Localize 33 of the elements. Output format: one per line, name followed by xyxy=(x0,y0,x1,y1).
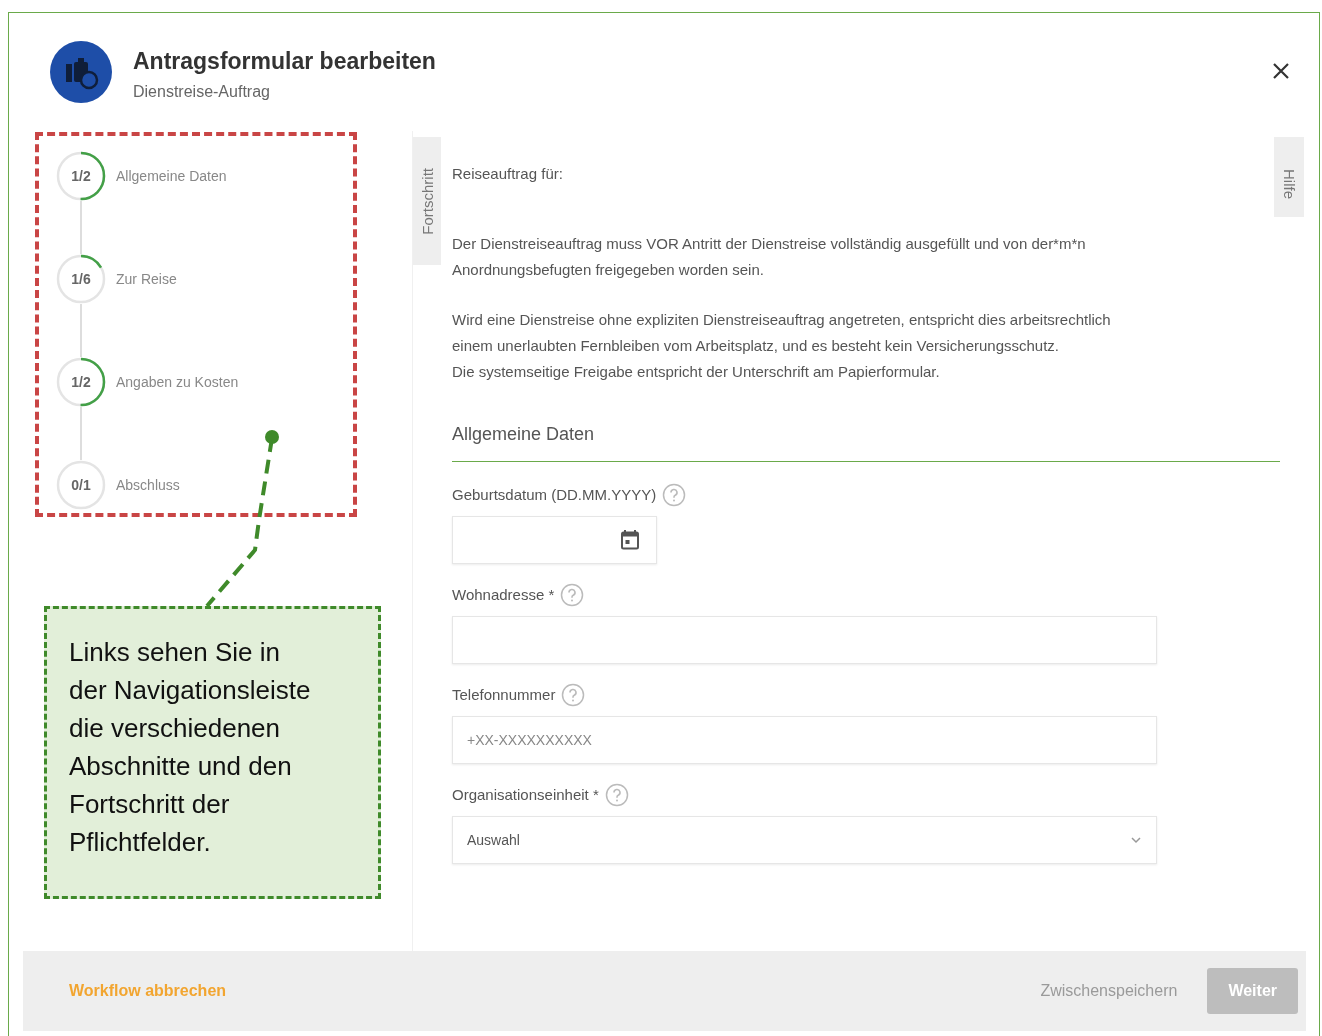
dialog-subtitle: Dienstreise-Auftrag xyxy=(133,82,271,101)
help-icon[interactable] xyxy=(604,783,629,807)
field-label: Telefonnummer xyxy=(452,685,556,705)
step-count: 1/2 xyxy=(71,168,91,184)
text-field[interactable] xyxy=(452,616,1157,664)
section-title: Allgemeine Daten xyxy=(452,409,1280,462)
step-count: 1/6 xyxy=(71,271,91,287)
chevron-down-icon xyxy=(1130,834,1142,846)
help-tab[interactable]: Hilfe xyxy=(1274,137,1304,217)
step-count: 1/2 xyxy=(71,374,91,390)
step-link[interactable]: Allgemeine Daten xyxy=(116,168,227,184)
help-icon[interactable] xyxy=(560,583,585,607)
step-link[interactable]: Zur Reise xyxy=(116,271,177,287)
intro-paragraph: Die systemseitige Freigabe entspricht der Unterschrift am Papierformular. xyxy=(452,362,941,382)
text-field[interactable]: +XX-XXXXXXXXXX xyxy=(452,716,1157,764)
field-label: Geburtsdatum (DD.MM.YYYY) xyxy=(452,485,657,505)
callout-text: Links sehen Sie in der Navigationsleiste die verschiedenen Abschnitte und den Fortschritt der Pflichtfelder. xyxy=(44,606,381,899)
help-icon[interactable] xyxy=(561,683,586,707)
intro-paragraph: Der Dienstreiseauftrag muss VOR Antritt der Dienstreise vollständig ausgefüllt und von der*m*n Anordnungsbefugten freigegeben worden sein. xyxy=(452,234,1087,280)
field-label: Organisationseinheit * xyxy=(452,785,599,805)
intro-heading: Reiseauftrag für: xyxy=(452,164,564,184)
step-count: 0/1 xyxy=(71,477,91,493)
progress-tab[interactable]: Fortschritt xyxy=(413,137,441,265)
intro-paragraph: Wird eine Dienstreise ohne expliziten Dienstreiseauftrag angetreten, entspricht dies arbeitsrechtlich einem unerlaubten Fernbleiben vom Arbeitsplatz, und es besteht kein Versicherungsschutz. xyxy=(452,310,1112,356)
luggage-icon xyxy=(49,40,113,104)
field-label: Wohnadresse * xyxy=(452,585,555,605)
calendar-icon[interactable] xyxy=(618,528,642,552)
step-link[interactable]: Angaben zu Kosten xyxy=(116,374,239,390)
dialog-title: Antragsformular bearbeiten xyxy=(133,47,437,75)
select-field[interactable]: Auswahl xyxy=(452,816,1157,864)
date-field[interactable] xyxy=(452,516,657,564)
help-icon[interactable] xyxy=(662,483,687,507)
step-link[interactable]: Abschluss xyxy=(116,477,180,493)
